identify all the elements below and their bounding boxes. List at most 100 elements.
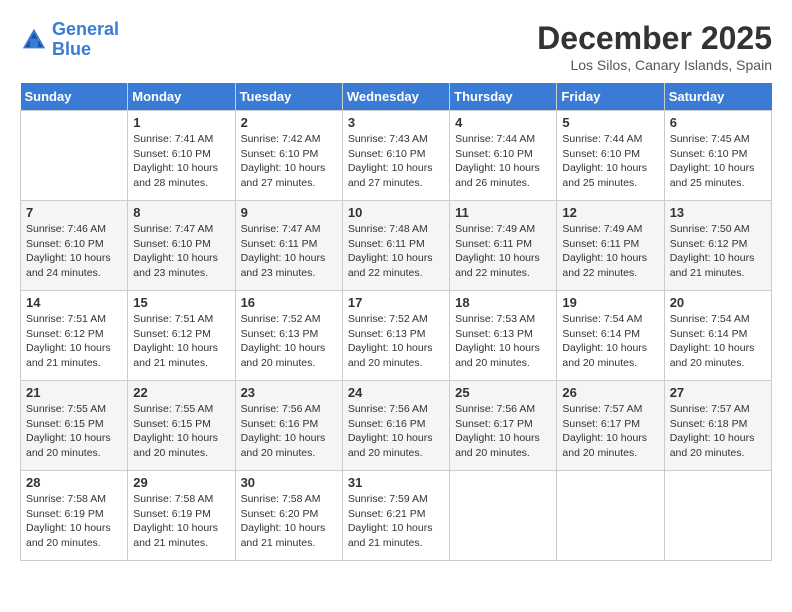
calendar-cell: 14Sunrise: 7:51 AMSunset: 6:12 PMDayligh… [21,291,128,381]
day-info: Sunrise: 7:58 AMSunset: 6:20 PMDaylight:… [241,492,337,551]
day-number: 15 [133,295,229,310]
day-number: 17 [348,295,444,310]
day-info: Sunrise: 7:52 AMSunset: 6:13 PMDaylight:… [348,312,444,371]
day-info: Sunrise: 7:43 AMSunset: 6:10 PMDaylight:… [348,132,444,191]
day-number: 23 [241,385,337,400]
day-number: 21 [26,385,122,400]
weekday-header-friday: Friday [557,83,664,111]
day-info: Sunrise: 7:52 AMSunset: 6:13 PMDaylight:… [241,312,337,371]
day-info: Sunrise: 7:57 AMSunset: 6:17 PMDaylight:… [562,402,658,461]
day-number: 29 [133,475,229,490]
day-number: 11 [455,205,551,220]
calendar-cell: 23Sunrise: 7:56 AMSunset: 6:16 PMDayligh… [235,381,342,471]
calendar-cell [21,111,128,201]
calendar-cell [664,471,771,561]
calendar-cell: 15 Sunrise: 7:51 AMSunset: 6:12 PMDayligh… [128,291,235,381]
day-info: Sunrise: 7:55 AMSunset: 6:15 PMDaylight:… [26,402,122,461]
day-number: 4 [455,115,551,130]
day-info: Sunrise: 7:49 AMSunset: 6:11 PMDaylight:… [455,222,551,281]
calendar-cell: 25 Sunrise: 7:56 AMSunset: 6:17 PMDayligh… [450,381,557,471]
day-number: 8 [133,205,229,220]
calendar-cell: 9 Sunrise: 7:47 AMSunset: 6:11 PMDaylight… [235,201,342,291]
day-info: Sunrise: 7:48 AMSunset: 6:11 PMDaylight:… [348,222,444,281]
day-info: Sunrise: 7:50 AMSunset: 6:12 PMDaylight:… [670,222,766,281]
day-number: 6 [670,115,766,130]
logo-text: General Blue [52,20,119,60]
weekday-header-wednesday: Wednesday [342,83,449,111]
calendar-cell: 1Sunrise: 7:41 AMSunset: 6:10 PMDaylight… [128,111,235,201]
calendar-cell: 28Sunrise: 7:58 AMSunset: 6:19 PMDayligh… [21,471,128,561]
day-info: Sunrise: 7:56 AMSunset: 6:17 PMDaylight:… [455,402,551,461]
logo-icon [20,26,48,54]
day-info: Sunrise: 7:57 AMSunset: 6:18 PMDaylight:… [670,402,766,461]
day-info: Sunrise: 7:54 AMSunset: 6:14 PMDaylight:… [670,312,766,371]
calendar-cell: 16 Sunrise: 7:52 AMSunset: 6:13 PMDayligh… [235,291,342,381]
day-number: 12 [562,205,658,220]
day-number: 26 [562,385,658,400]
day-number: 18 [455,295,551,310]
day-number: 9 [241,205,337,220]
day-info: Sunrise: 7:58 AMSunset: 6:19 PMDaylight:… [26,492,122,551]
weekday-header-row: SundayMondayTuesdayWednesdayThursdayFrid… [21,83,772,111]
day-number: 13 [670,205,766,220]
day-number: 22 [133,385,229,400]
calendar-cell: 11 Sunrise: 7:49 AMSunset: 6:11 PMDayligh… [450,201,557,291]
day-info: Sunrise: 7:56 AMSunset: 6:16 PMDaylight:… [348,402,444,461]
day-info: Sunrise: 7:53 AMSunset: 6:13 PMDaylight:… [455,312,551,371]
calendar-cell: 12 Sunrise: 7:49 AMSunset: 6:11 PMDayligh… [557,201,664,291]
calendar-cell: 6Sunrise: 7:45 AMSunset: 6:10 PMDaylight… [664,111,771,201]
calendar-cell: 24Sunrise: 7:56 AMSunset: 6:16 PMDayligh… [342,381,449,471]
location: Los Silos, Canary Islands, Spain [537,57,772,73]
day-number: 7 [26,205,122,220]
calendar-cell: 26 Sunrise: 7:57 AMSunset: 6:17 PMDayligh… [557,381,664,471]
week-row-1: 1Sunrise: 7:41 AMSunset: 6:10 PMDaylight… [21,111,772,201]
day-number: 14 [26,295,122,310]
calendar-cell: 3 Sunrise: 7:43 AMSunset: 6:10 PMDaylight… [342,111,449,201]
day-number: 10 [348,205,444,220]
calendar-cell: 17 Sunrise: 7:52 AMSunset: 6:13 PMDayligh… [342,291,449,381]
day-info: Sunrise: 7:55 AMSunset: 6:15 PMDaylight:… [133,402,229,461]
month-title: December 2025 [537,20,772,57]
week-row-4: 21 Sunrise: 7:55 AMSunset: 6:15 PMDayligh… [21,381,772,471]
page-header: General Blue December 2025 Los Silos, Ca… [20,20,772,73]
calendar-cell: 30 Sunrise: 7:58 AMSunset: 6:20 PMDayligh… [235,471,342,561]
day-number: 3 [348,115,444,130]
calendar-cell [557,471,664,561]
week-row-3: 14 Sunrise: 7:51 AMSunset: 6:12 PMDayligh… [21,291,772,381]
day-info: Sunrise: 7:47 AMSunset: 6:11 PMDaylight:… [241,222,337,281]
calendar-cell: 27Sunrise: 7:57 AMSunset: 6:18 PMDayligh… [664,381,771,471]
weekday-header-tuesday: Tuesday [235,83,342,111]
calendar-cell: 19Sunrise: 7:54 AMSunset: 6:14 PMDayligh… [557,291,664,381]
calendar-cell [450,471,557,561]
day-info: Sunrise: 7:46 AMSunset: 6:10 PMDaylight:… [26,222,122,281]
weekday-header-monday: Monday [128,83,235,111]
day-info: Sunrise: 7:41 AMSunset: 6:10 PMDaylight:… [133,132,229,191]
calendar-table: SundayMondayTuesdayWednesdayThursdayFrid… [20,83,772,561]
logo: General Blue [20,20,119,60]
day-info: Sunrise: 7:51 AMSunset: 6:12 PMDaylight:… [133,312,229,371]
weekday-header-saturday: Saturday [664,83,771,111]
day-info: Sunrise: 7:44 AMSunset: 6:10 PMDaylight:… [455,132,551,191]
calendar-cell: 10 Sunrise: 7:48 AMSunset: 6:11 PMDayligh… [342,201,449,291]
day-number: 25 [455,385,551,400]
calendar-cell: 29 Sunrise: 7:58 AMSunset: 6:19 PMDayligh… [128,471,235,561]
weekday-header-sunday: Sunday [21,83,128,111]
day-info: Sunrise: 7:59 AMSunset: 6:21 PMDaylight:… [348,492,444,551]
day-number: 5 [562,115,658,130]
day-info: Sunrise: 7:49 AMSunset: 6:11 PMDaylight:… [562,222,658,281]
calendar-cell: 21 Sunrise: 7:55 AMSunset: 6:15 PMDayligh… [21,381,128,471]
day-info: Sunrise: 7:44 AMSunset: 6:10 PMDaylight:… [562,132,658,191]
calendar-cell: 5 Sunrise: 7:44 AMSunset: 6:10 PMDaylight… [557,111,664,201]
day-number: 16 [241,295,337,310]
week-row-5: 28Sunrise: 7:58 AMSunset: 6:19 PMDayligh… [21,471,772,561]
calendar-cell: 22 Sunrise: 7:55 AMSunset: 6:15 PMDayligh… [128,381,235,471]
day-info: Sunrise: 7:42 AMSunset: 6:10 PMDaylight:… [241,132,337,191]
day-info: Sunrise: 7:58 AMSunset: 6:19 PMDaylight:… [133,492,229,551]
calendar-cell: 4 Sunrise: 7:44 AMSunset: 6:10 PMDaylight… [450,111,557,201]
day-number: 30 [241,475,337,490]
logo-line1: General [52,19,119,39]
calendar-cell: 31Sunrise: 7:59 AMSunset: 6:21 PMDayligh… [342,471,449,561]
logo-line2: Blue [52,39,91,59]
weekday-header-thursday: Thursday [450,83,557,111]
calendar-cell: 2Sunrise: 7:42 AMSunset: 6:10 PMDaylight… [235,111,342,201]
